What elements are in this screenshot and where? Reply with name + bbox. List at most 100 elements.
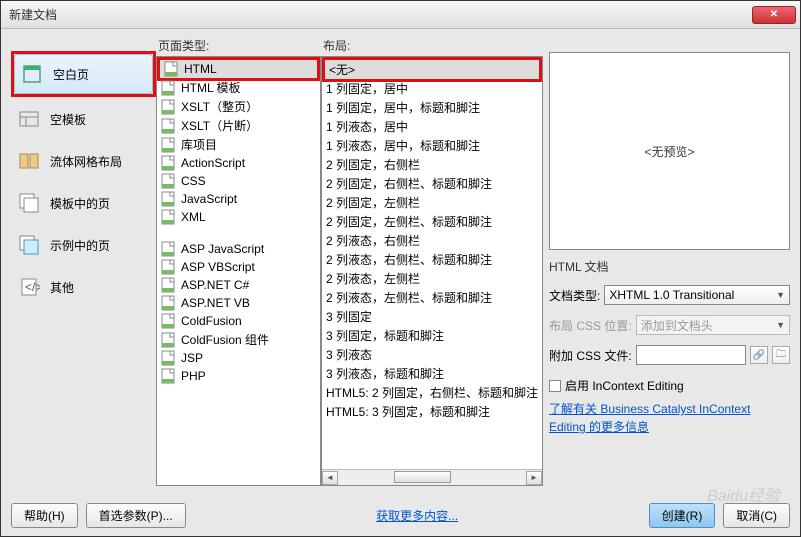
create-button[interactable]: 创建(R) <box>649 503 716 528</box>
page-type-text: HTML <box>184 62 217 76</box>
layout-item[interactable]: <无> <box>325 60 539 79</box>
page-type-text: HTML 模板 <box>181 79 241 96</box>
page-type-label: 页面类型: <box>156 37 321 54</box>
doctype-label: 文档类型: <box>549 287 600 304</box>
page-type-item[interactable]: HTML <box>160 60 317 78</box>
page-type-text: JavaScript <box>181 192 237 206</box>
layout-item[interactable]: 2 列固定，左侧栏、标题和脚注 <box>322 212 542 231</box>
layout-item[interactable]: 3 列液态，标题和脚注 <box>322 364 542 383</box>
page-type-item[interactable]: XSLT（整页） <box>157 97 320 116</box>
browse-css-button[interactable]: 🗀 <box>772 346 790 364</box>
page-type-text: JSP <box>181 351 203 365</box>
dialog-footer: 帮助(H) 首选参数(P)... 获取更多内容... 创建(R) 取消(C) <box>11 503 790 528</box>
css-position-value: 添加到文档头 <box>641 317 713 334</box>
new-document-dialog: 新建文档 ✕ 空白页空模板流体网格布局模板中的页示例中的页</>其他 页面类型:… <box>0 0 801 537</box>
nav-item-0[interactable]: 空白页 <box>14 54 153 94</box>
preview-placeholder: <无预览> <box>644 143 694 160</box>
layout-item[interactable]: 2 列固定，右侧栏、标题和脚注 <box>322 174 542 193</box>
layout-text: 1 列固定，居中，标题和脚注 <box>326 99 480 116</box>
page-type-item[interactable]: ASP.NET VB <box>157 294 320 312</box>
layout-text: HTML5: 2 列固定，右侧栏、标题和脚注 <box>326 384 538 401</box>
nav-item-3[interactable]: 模板中的页 <box>11 183 156 223</box>
incontext-label: 启用 InContext Editing <box>565 377 684 394</box>
nav-item-4[interactable]: 示例中的页 <box>11 225 156 265</box>
layout-list[interactable]: <无>1 列固定，居中1 列固定，居中，标题和脚注1 列液态，居中1 列液态，居… <box>321 56 543 486</box>
page-type-text: XSLT（片断） <box>181 117 258 134</box>
layout-text: 3 列固定 <box>326 308 372 325</box>
close-button[interactable]: ✕ <box>752 6 796 24</box>
layout-item[interactable]: 2 列固定，右侧栏 <box>322 155 542 174</box>
page-type-item[interactable]: ActionScript <box>157 154 320 172</box>
chevron-down-icon: ▼ <box>776 320 785 330</box>
layout-text: 2 列固定，右侧栏 <box>326 156 420 173</box>
layout-item[interactable]: 1 列固定，居中，标题和脚注 <box>322 98 542 117</box>
nav-label: 空白页 <box>53 66 89 83</box>
attach-css-label: 附加 CSS 文件: <box>549 347 632 364</box>
nav-icon <box>18 108 40 130</box>
page-type-text: ActionScript <box>181 156 245 170</box>
page-type-item[interactable]: ASP.NET C# <box>157 276 320 294</box>
attach-css-field[interactable] <box>636 345 746 365</box>
page-type-item[interactable]: XSLT（片断） <box>157 116 320 135</box>
page-type-item[interactable]: HTML 模板 <box>157 78 320 97</box>
nav-item-5[interactable]: </>其他 <box>11 267 156 307</box>
get-more-link[interactable]: 获取更多内容... <box>376 509 458 523</box>
nav-label: 模板中的页 <box>50 195 110 212</box>
css-position-label: 布局 CSS 位置: <box>549 317 632 334</box>
page-type-item[interactable]: ColdFusion <box>157 312 320 330</box>
layout-item[interactable]: 3 列固定 <box>322 307 542 326</box>
layout-item[interactable]: 1 列液态，居中，标题和脚注 <box>322 136 542 155</box>
layout-item[interactable]: 2 列液态，右侧栏、标题和脚注 <box>322 250 542 269</box>
page-type-item[interactable]: JSP <box>157 349 320 367</box>
page-type-item[interactable]: ColdFusion 组件 <box>157 330 320 349</box>
layout-item[interactable]: 2 列固定，左侧栏 <box>322 193 542 212</box>
layout-item[interactable]: 2 列液态，右侧栏 <box>322 231 542 250</box>
incontext-checkbox[interactable] <box>549 380 561 392</box>
layout-text: 2 列固定，左侧栏、标题和脚注 <box>326 213 492 230</box>
page-type-item[interactable]: PHP <box>157 367 320 385</box>
css-position-select: 添加到文档头 ▼ <box>636 315 790 335</box>
layout-item[interactable]: HTML5: 3 列固定，标题和脚注 <box>322 402 542 421</box>
incontext-link[interactable]: 了解有关 Business Catalyst InContext Editing… <box>549 400 790 436</box>
page-type-item[interactable]: 库项目 <box>157 135 320 154</box>
cancel-button[interactable]: 取消(C) <box>723 503 790 528</box>
preview-pane: <无预览> <box>549 52 790 250</box>
scroll-left-icon[interactable]: ◄ <box>322 471 338 485</box>
page-type-item[interactable]: ASP JavaScript <box>157 240 320 258</box>
page-type-item[interactable]: XML <box>157 208 320 226</box>
layout-item[interactable]: HTML5: 2 列固定，右侧栏、标题和脚注 <box>322 383 542 402</box>
help-button[interactable]: 帮助(H) <box>11 503 78 528</box>
preferences-button[interactable]: 首选参数(P)... <box>86 503 186 528</box>
page-type-item[interactable]: JavaScript <box>157 190 320 208</box>
layout-text: 1 列液态，居中，标题和脚注 <box>326 137 480 154</box>
doctype-value: XHTML 1.0 Transitional <box>609 288 734 302</box>
layout-text: 2 列固定，右侧栏、标题和脚注 <box>326 175 492 192</box>
page-type-list[interactable]: HTML HTML 模板XSLT（整页）XSLT（片断）库项目 ActionScri… <box>156 56 321 486</box>
scroll-thumb[interactable] <box>394 471 450 483</box>
layout-text: 2 列液态，左侧栏 <box>326 270 420 287</box>
nav-icon <box>18 234 40 256</box>
layout-item[interactable]: 1 列液态，居中 <box>322 117 542 136</box>
horizontal-scrollbar[interactable]: ◄► <box>322 469 542 485</box>
dialog-title: 新建文档 <box>9 6 57 23</box>
page-type-item[interactable]: CSS <box>157 172 320 190</box>
link-css-button[interactable]: 🔗 <box>750 346 768 364</box>
layout-item[interactable]: 2 列液态，左侧栏 <box>322 269 542 288</box>
nav-item-2[interactable]: 流体网格布局 <box>11 141 156 181</box>
layout-text: 2 列液态，左侧栏、标题和脚注 <box>326 289 492 306</box>
page-type-item[interactable]: ASP VBScript <box>157 258 320 276</box>
layout-item[interactable]: 2 列液态，左侧栏、标题和脚注 <box>322 288 542 307</box>
layout-item[interactable]: 3 列液态 <box>322 345 542 364</box>
layout-text: 3 列液态，标题和脚注 <box>326 365 444 382</box>
page-type-text: ASP JavaScript <box>181 242 264 256</box>
layout-label: 布局: <box>321 37 543 54</box>
nav-icon <box>21 63 43 85</box>
nav-icon: </> <box>18 276 40 298</box>
scroll-right-icon[interactable]: ► <box>526 471 542 485</box>
layout-item[interactable]: 3 列固定，标题和脚注 <box>322 326 542 345</box>
layout-item[interactable]: 1 列固定，居中 <box>322 79 542 98</box>
doctype-select[interactable]: XHTML 1.0 Transitional ▼ <box>604 285 790 305</box>
layout-text: 3 列固定，标题和脚注 <box>326 327 444 344</box>
nav-item-1[interactable]: 空模板 <box>11 99 156 139</box>
page-type-text: ColdFusion <box>181 314 242 328</box>
